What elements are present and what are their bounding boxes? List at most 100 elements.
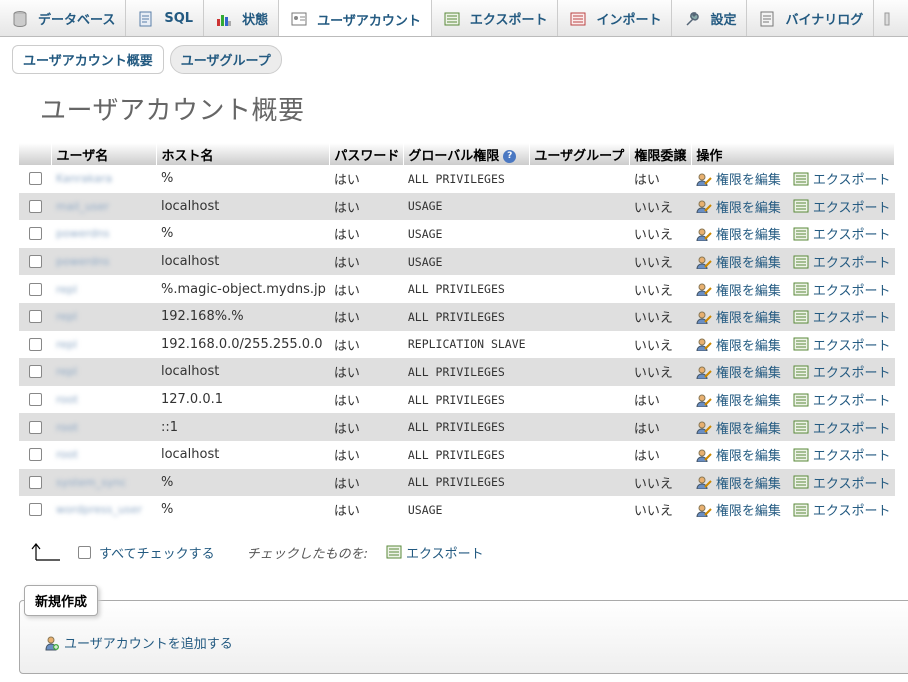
row-checkbox[interactable] — [28, 448, 42, 462]
export-link[interactable]: エクスポート — [793, 224, 891, 243]
export-link[interactable]: エクスポート — [793, 473, 891, 492]
host-cell: localhost — [156, 192, 330, 221]
row-checkbox[interactable] — [28, 172, 42, 186]
tab-export[interactable]: エクスポート — [432, 0, 559, 36]
row-checkbox-cell — [19, 496, 52, 524]
row-checkbox[interactable] — [28, 393, 42, 407]
edit-privileges-label: 権限を編集 — [715, 366, 781, 382]
tab-status[interactable]: 状態 — [204, 0, 280, 36]
user-name-cell: root — [51, 385, 157, 414]
user-name-cell: mail_user — [51, 192, 157, 221]
table-row: powerdns% はい USAGE いいえ 権限を編集 エクスポート — [19, 220, 895, 248]
row-checkbox-cell — [19, 192, 52, 221]
edit-privileges-link[interactable]: 権限を編集 — [696, 335, 781, 354]
export-link[interactable]: エクスポート — [793, 307, 891, 326]
export-link[interactable]: エクスポート — [793, 252, 891, 271]
edit-privileges-link[interactable]: 権限を編集 — [696, 197, 781, 216]
export-link[interactable]: エクスポート — [793, 418, 891, 437]
header-user-group[interactable]: ユーザグループ — [529, 143, 631, 165]
row-checkbox[interactable] — [28, 227, 42, 241]
edit-privileges-link[interactable]: 権限を編集 — [696, 445, 781, 464]
edit-privileges-link[interactable]: 権限を編集 — [696, 500, 781, 519]
password-cell: はい — [329, 192, 404, 221]
export-link[interactable]: エクスポート — [793, 169, 891, 188]
header-grant[interactable]: 権限委譲 — [629, 143, 693, 165]
export-link[interactable]: エクスポート — [793, 280, 891, 299]
check-all-checkbox[interactable] — [78, 545, 91, 559]
export-link[interactable]: エクスポート — [793, 445, 891, 464]
edit-privileges-link[interactable]: 権限を編集 — [696, 362, 781, 381]
add-user-label: ユーザアカウントを追加する — [64, 637, 233, 652]
export-icon — [793, 475, 809, 489]
tab-sql[interactable]: SQL — [126, 0, 205, 36]
tab-label: 状態 — [242, 13, 269, 28]
tab-label: エクスポート — [469, 13, 548, 28]
export-link[interactable]: エクスポート — [793, 362, 891, 381]
add-user-link[interactable]: ユーザアカウントを追加する — [44, 633, 233, 652]
export-link[interactable]: エクスポート — [793, 500, 891, 519]
header-user[interactable]: ユーザ名 — [51, 143, 158, 165]
edit-privileges-link[interactable]: 権限を編集 — [696, 280, 781, 299]
edit-privileges-link[interactable]: 権限を編集 — [696, 224, 781, 243]
bulk-export-button[interactable]: エクスポート — [386, 543, 484, 562]
export-link[interactable]: エクスポート — [793, 197, 891, 216]
row-checkbox[interactable] — [28, 337, 42, 351]
header-host[interactable]: ホスト名 — [156, 143, 331, 165]
password-cell: はい — [329, 358, 404, 386]
global-privileges-cell: ALL PRIVILEGES — [403, 413, 530, 441]
export-link[interactable]: エクスポート — [793, 390, 891, 409]
grant-cell: はい — [629, 440, 692, 469]
subtab-user-groups[interactable]: ユーザグループ — [169, 45, 282, 74]
row-checkbox[interactable] — [28, 365, 42, 379]
header-password[interactable]: パスワード — [329, 143, 405, 165]
tab-settings[interactable]: 設定 — [672, 0, 748, 36]
user-name: root — [55, 420, 79, 434]
table-row: powerdns localhost はい USAGE いいえ 権限を編集 エクスポート — [19, 247, 895, 276]
check-all-label[interactable]: すべてチェックする — [99, 543, 215, 562]
status-icon — [216, 11, 232, 27]
edit-privileges-icon — [696, 476, 712, 490]
add-user-icon — [45, 636, 59, 650]
row-checkbox[interactable] — [28, 199, 42, 213]
password-cell: はい — [329, 275, 404, 303]
tab-database[interactable]: データベース — [0, 0, 127, 36]
password-cell: はい — [329, 413, 404, 441]
export-link[interactable]: エクスポート — [793, 335, 891, 354]
tab-import[interactable]: インポート — [558, 0, 673, 36]
row-checkbox-cell — [19, 165, 52, 193]
edit-privileges-label: 権限を編集 — [715, 228, 781, 244]
row-checkbox-cell — [19, 468, 52, 497]
edit-privileges-link[interactable]: 権限を編集 — [696, 307, 781, 326]
user-name: repl — [55, 310, 78, 324]
tab-binary-log[interactable]: バイナリログ — [747, 0, 875, 36]
action-cell: 権限を編集 エクスポート — [691, 330, 895, 359]
row-checkbox-cell — [19, 413, 52, 441]
tab-more[interactable] — [874, 0, 908, 36]
global-privileges-cell: USAGE — [403, 192, 530, 221]
global-privileges-cell: ALL PRIVILEGES — [403, 440, 530, 469]
table-row: repl 192.168%.% はい ALL PRIVILEGES いいえ 権限を編集 エク… — [19, 302, 895, 331]
row-checkbox[interactable] — [28, 503, 42, 517]
row-checkbox[interactable] — [28, 475, 42, 489]
subtab-overview[interactable]: ユーザアカウント概要 — [12, 45, 164, 74]
table-row: root 127.0.0.1 はい ALL PRIVILEGES はい 権限を編集 エクスポ… — [19, 385, 895, 414]
edit-privileges-link[interactable]: 権限を編集 — [696, 169, 781, 188]
header-global-privileges[interactable]: グローバル権限? — [403, 143, 531, 165]
row-checkbox[interactable] — [28, 310, 42, 324]
row-checkbox[interactable] — [28, 255, 42, 269]
user-group-cell — [529, 468, 630, 497]
edit-privileges-label: 権限を編集 — [715, 394, 781, 410]
export-label: エクスポート — [812, 476, 891, 492]
tab-user-accounts[interactable]: ユーザアカウント — [279, 0, 432, 36]
row-checkbox[interactable] — [28, 420, 42, 434]
global-privileges-cell: USAGE — [403, 247, 530, 276]
edit-privileges-link[interactable]: 権限を編集 — [696, 473, 781, 492]
grant-cell: いいえ — [629, 192, 692, 221]
action-cell: 権限を編集 エクスポート — [691, 165, 895, 193]
edit-privileges-link[interactable]: 権限を編集 — [696, 252, 781, 271]
user-name-cell: system_sync — [51, 468, 157, 497]
row-checkbox[interactable] — [28, 282, 42, 296]
help-icon[interactable]: ? — [503, 149, 517, 163]
edit-privileges-link[interactable]: 権限を編集 — [696, 390, 781, 409]
edit-privileges-link[interactable]: 権限を編集 — [696, 418, 781, 437]
